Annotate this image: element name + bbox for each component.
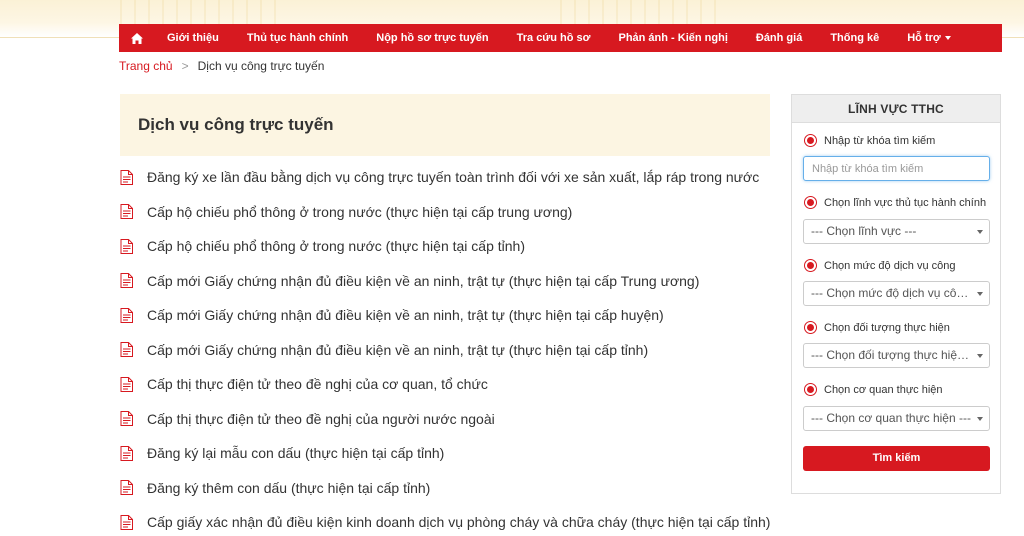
document-icon (120, 342, 133, 358)
service-list-item[interactable]: Đăng ký thêm con dấu (thực hiện tại cấp … (120, 471, 780, 506)
level-select-value: --- Chọn mức độ dịch vụ công --- (811, 286, 986, 300)
nav-item-nop-ho-so[interactable]: Nộp hồ sơ trực tuyến (362, 24, 502, 52)
service-link[interactable]: Cấp mới Giấy chứng nhận đủ điều kiện về … (147, 273, 699, 289)
level-option-label: Chọn mức độ dịch vụ công (824, 259, 956, 272)
radio-selected-icon[interactable] (804, 383, 817, 396)
level-option[interactable]: Chọn mức độ dịch vụ công (804, 259, 956, 272)
service-link[interactable]: Đăng ký lại mẫu con dấu (thực hiện tại c… (147, 445, 444, 461)
subject-option[interactable]: Chọn đối tượng thực hiện (804, 321, 950, 334)
service-list-item[interactable]: Cấp hộ chiếu phổ thông ở trong nước (thự… (120, 195, 780, 230)
service-link[interactable]: Cấp hộ chiếu phổ thông ở trong nước (thự… (147, 204, 572, 220)
service-list-item[interactable]: Cấp mới Giấy chứng nhận đủ điều kiện về … (120, 298, 780, 333)
agency-option[interactable]: Chọn cơ quan thực hiện (804, 383, 943, 396)
agency-select[interactable]: --- Chọn cơ quan thực hiện --- (803, 406, 990, 431)
filter-panel-title: LĨNH VỰC TTHC (792, 95, 1000, 123)
breadcrumb: Trang chủ > Dịch vụ công trực tuyến (119, 59, 324, 73)
service-list: Đăng ký xe lần đầu bằng dịch vụ công trự… (120, 160, 780, 536)
dropdown-arrow-icon (977, 354, 983, 358)
document-icon (120, 376, 133, 392)
document-icon (120, 480, 133, 496)
keyword-option-label: Nhập từ khóa tìm kiếm (824, 134, 936, 147)
radio-selected-icon[interactable] (804, 134, 817, 147)
dropdown-arrow-icon (977, 417, 983, 421)
service-link[interactable]: Cấp mới Giấy chứng nhận đủ điều kiện về … (147, 307, 664, 323)
service-list-item[interactable]: Đăng ký xe lần đầu bằng dịch vụ công trự… (120, 160, 780, 195)
field-select-value: --- Chọn lĩnh vực --- (811, 224, 917, 238)
service-list-item[interactable]: Cấp giấy xác nhận đủ điều kiện kinh doan… (120, 505, 780, 536)
subject-select-value: --- Chọn đối tượng thực hiện --- (811, 348, 979, 362)
document-icon (120, 445, 133, 461)
breadcrumb-current: Dịch vụ công trực tuyến (197, 59, 325, 73)
keyword-search-input[interactable] (803, 156, 990, 181)
nav-item-ho-tro-label: Hỗ trợ (907, 32, 941, 44)
service-list-item[interactable]: Cấp mới Giấy chứng nhận đủ điều kiện về … (120, 264, 780, 299)
document-icon (120, 169, 133, 185)
service-list-item[interactable]: Cấp mới Giấy chứng nhận đủ điều kiện về … (120, 333, 780, 368)
service-link[interactable]: Cấp giấy xác nhận đủ điều kiện kinh doan… (147, 514, 770, 530)
caret-down-icon (944, 36, 951, 41)
home-icon (131, 32, 143, 44)
dropdown-arrow-icon (977, 230, 983, 234)
field-option[interactable]: Chọn lĩnh vực thủ tục hành chính (804, 196, 986, 209)
keyword-option[interactable]: Nhập từ khóa tìm kiếm (804, 134, 935, 147)
nav-item-ho-tro[interactable]: Hỗ trợ (893, 24, 964, 52)
document-icon (120, 273, 133, 289)
search-button[interactable]: Tìm kiếm (803, 446, 990, 471)
nav-item-thu-tuc-hanh-chinh[interactable]: Thủ tục hành chính (233, 24, 362, 52)
dropdown-arrow-icon (977, 292, 983, 296)
nav-item-thong-ke[interactable]: Thống kê (816, 24, 893, 52)
service-list-item[interactable]: Cấp thị thực điện tử theo đề nghị của cơ… (120, 367, 780, 402)
field-option-label: Chọn lĩnh vực thủ tục hành chính (824, 196, 987, 209)
subject-select[interactable]: --- Chọn đối tượng thực hiện --- (803, 343, 990, 368)
radio-selected-icon[interactable] (804, 259, 817, 272)
subject-option-label: Chọn đối tượng thực hiện (824, 321, 950, 334)
agency-option-label: Chọn cơ quan thực hiện (824, 383, 943, 396)
document-icon (120, 411, 133, 427)
service-link[interactable]: Đăng ký xe lần đầu bằng dịch vụ công trự… (147, 169, 759, 185)
service-link[interactable]: Cấp thị thực điện tử theo đề nghị của cơ… (147, 376, 488, 392)
nav-home-button[interactable] (119, 24, 153, 52)
document-icon (120, 204, 133, 220)
breadcrumb-separator: > (181, 59, 189, 73)
document-icon (120, 307, 133, 323)
filter-panel: LĨNH VỰC TTHC Nhập từ khóa tìm kiếm Chọn… (791, 94, 1001, 494)
document-icon (120, 514, 133, 530)
radio-selected-icon[interactable] (804, 321, 817, 334)
radio-selected-icon[interactable] (804, 196, 817, 209)
service-list-item[interactable]: Đăng ký lại mẫu con dấu (thực hiện tại c… (120, 436, 780, 471)
service-list-item[interactable]: Cấp thị thực điện tử theo đề nghị của ng… (120, 402, 780, 437)
nav-item-gioi-thieu[interactable]: Giới thiệu (153, 24, 233, 52)
service-list-item[interactable]: Cấp hộ chiếu phổ thông ở trong nước (thự… (120, 229, 780, 264)
document-icon (120, 238, 133, 254)
main-navbar: Giới thiệu Thủ tục hành chính Nộp hồ sơ … (119, 24, 1002, 52)
nav-item-danh-gia[interactable]: Đánh giá (742, 24, 816, 52)
service-link[interactable]: Đăng ký thêm con dấu (thực hiện tại cấp … (147, 480, 430, 496)
page-title-box: Dịch vụ công trực tuyến (120, 94, 770, 156)
page-title: Dịch vụ công trực tuyến (138, 115, 334, 134)
service-link[interactable]: Cấp mới Giấy chứng nhận đủ điều kiện về … (147, 342, 648, 358)
nav-item-tra-cuu-ho-so[interactable]: Tra cứu hồ sơ (503, 24, 605, 52)
breadcrumb-home-link[interactable]: Trang chủ (119, 59, 173, 73)
service-link[interactable]: Cấp hộ chiếu phổ thông ở trong nước (thự… (147, 238, 525, 254)
nav-item-phan-anh-kien-nghi[interactable]: Phản ánh - Kiến nghị (604, 24, 741, 52)
field-select[interactable]: --- Chọn lĩnh vực --- (803, 219, 990, 244)
service-link[interactable]: Cấp thị thực điện tử theo đề nghị của ng… (147, 411, 495, 427)
level-select[interactable]: --- Chọn mức độ dịch vụ công --- (803, 281, 990, 306)
agency-select-value: --- Chọn cơ quan thực hiện --- (811, 411, 971, 425)
